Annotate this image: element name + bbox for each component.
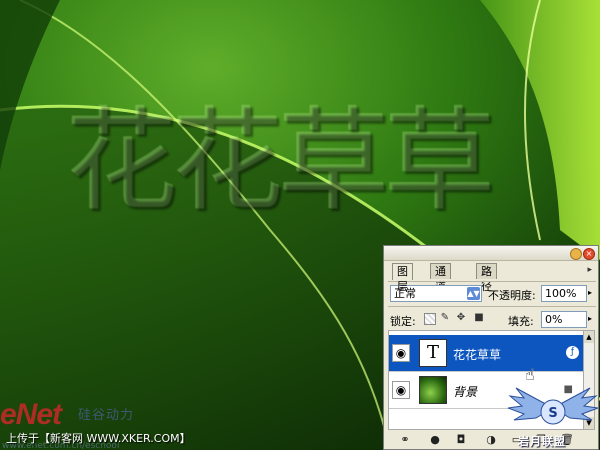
minimize-icon[interactable] xyxy=(570,248,582,260)
background-thumbnail xyxy=(419,376,447,404)
panel-titlebar[interactable]: × xyxy=(384,246,598,261)
layer-fx-icon[interactable]: ƒ xyxy=(566,346,579,359)
opacity-arrow-icon[interactable]: ▸ xyxy=(588,288,592,297)
lock-image-icon[interactable]: ✎ xyxy=(440,313,450,323)
text-layer-icon: T xyxy=(419,339,447,367)
panel-menu-icon[interactable]: ▸ xyxy=(587,265,592,275)
eye-icon[interactable]: ◉ xyxy=(392,381,410,399)
blend-opacity-row: 正常 ▲▼ 不透明度: 100% ▸ xyxy=(388,281,596,304)
adjustment-icon[interactable]: ◑ xyxy=(484,433,498,447)
eye-icon[interactable]: ◉ xyxy=(392,344,410,362)
layer-name[interactable]: 花花草草 xyxy=(453,346,501,363)
lock-fill-row: 锁定: ✎ ✥ ■ 填充: 0% ▸ xyxy=(388,306,596,329)
close-icon[interactable]: × xyxy=(583,248,595,260)
layer-name[interactable]: 背景 xyxy=(453,383,477,400)
opacity-input[interactable]: 100% xyxy=(541,285,587,302)
lock-transparency-icon[interactable] xyxy=(424,313,436,325)
mask-icon[interactable]: ◘ xyxy=(454,433,468,447)
lock-icon[interactable]: ■ xyxy=(474,313,484,323)
fill-label: 填充: xyxy=(508,315,534,328)
fill-input[interactable]: 0% xyxy=(541,311,587,328)
svg-text:S: S xyxy=(548,406,557,421)
uploader-caption: 上传于【新客网 WWW.XKER.COM】 xyxy=(6,432,191,445)
add-style-icon[interactable]: ● xyxy=(428,433,442,447)
layer-row-text[interactable]: ◉ T 花花草草 ƒ xyxy=(389,335,583,372)
tab-layers[interactable]: 图层 xyxy=(392,263,413,293)
lock-label: 锁定: xyxy=(390,315,416,328)
enet-watermark-subtitle: 硅谷动力 xyxy=(78,408,135,423)
tab-paths[interactable]: 路径 xyxy=(476,263,497,293)
link-icon[interactable]: ⚭ xyxy=(398,433,412,447)
lock-position-icon[interactable]: ✥ xyxy=(456,313,466,323)
tab-channels[interactable]: 通道 xyxy=(430,263,451,293)
corner-logo-text: 岩月联盟 xyxy=(518,435,566,448)
canvas-headline-text: 花花草草 xyxy=(66,97,496,227)
enet-watermark-logo: eNet xyxy=(0,398,62,431)
opacity-label: 不透明度: xyxy=(488,289,536,302)
fill-arrow-icon[interactable]: ▸ xyxy=(588,314,592,323)
chevron-updown-icon[interactable]: ▲▼ xyxy=(467,287,480,300)
scroll-up-icon[interactable]: ▲ xyxy=(584,331,594,343)
